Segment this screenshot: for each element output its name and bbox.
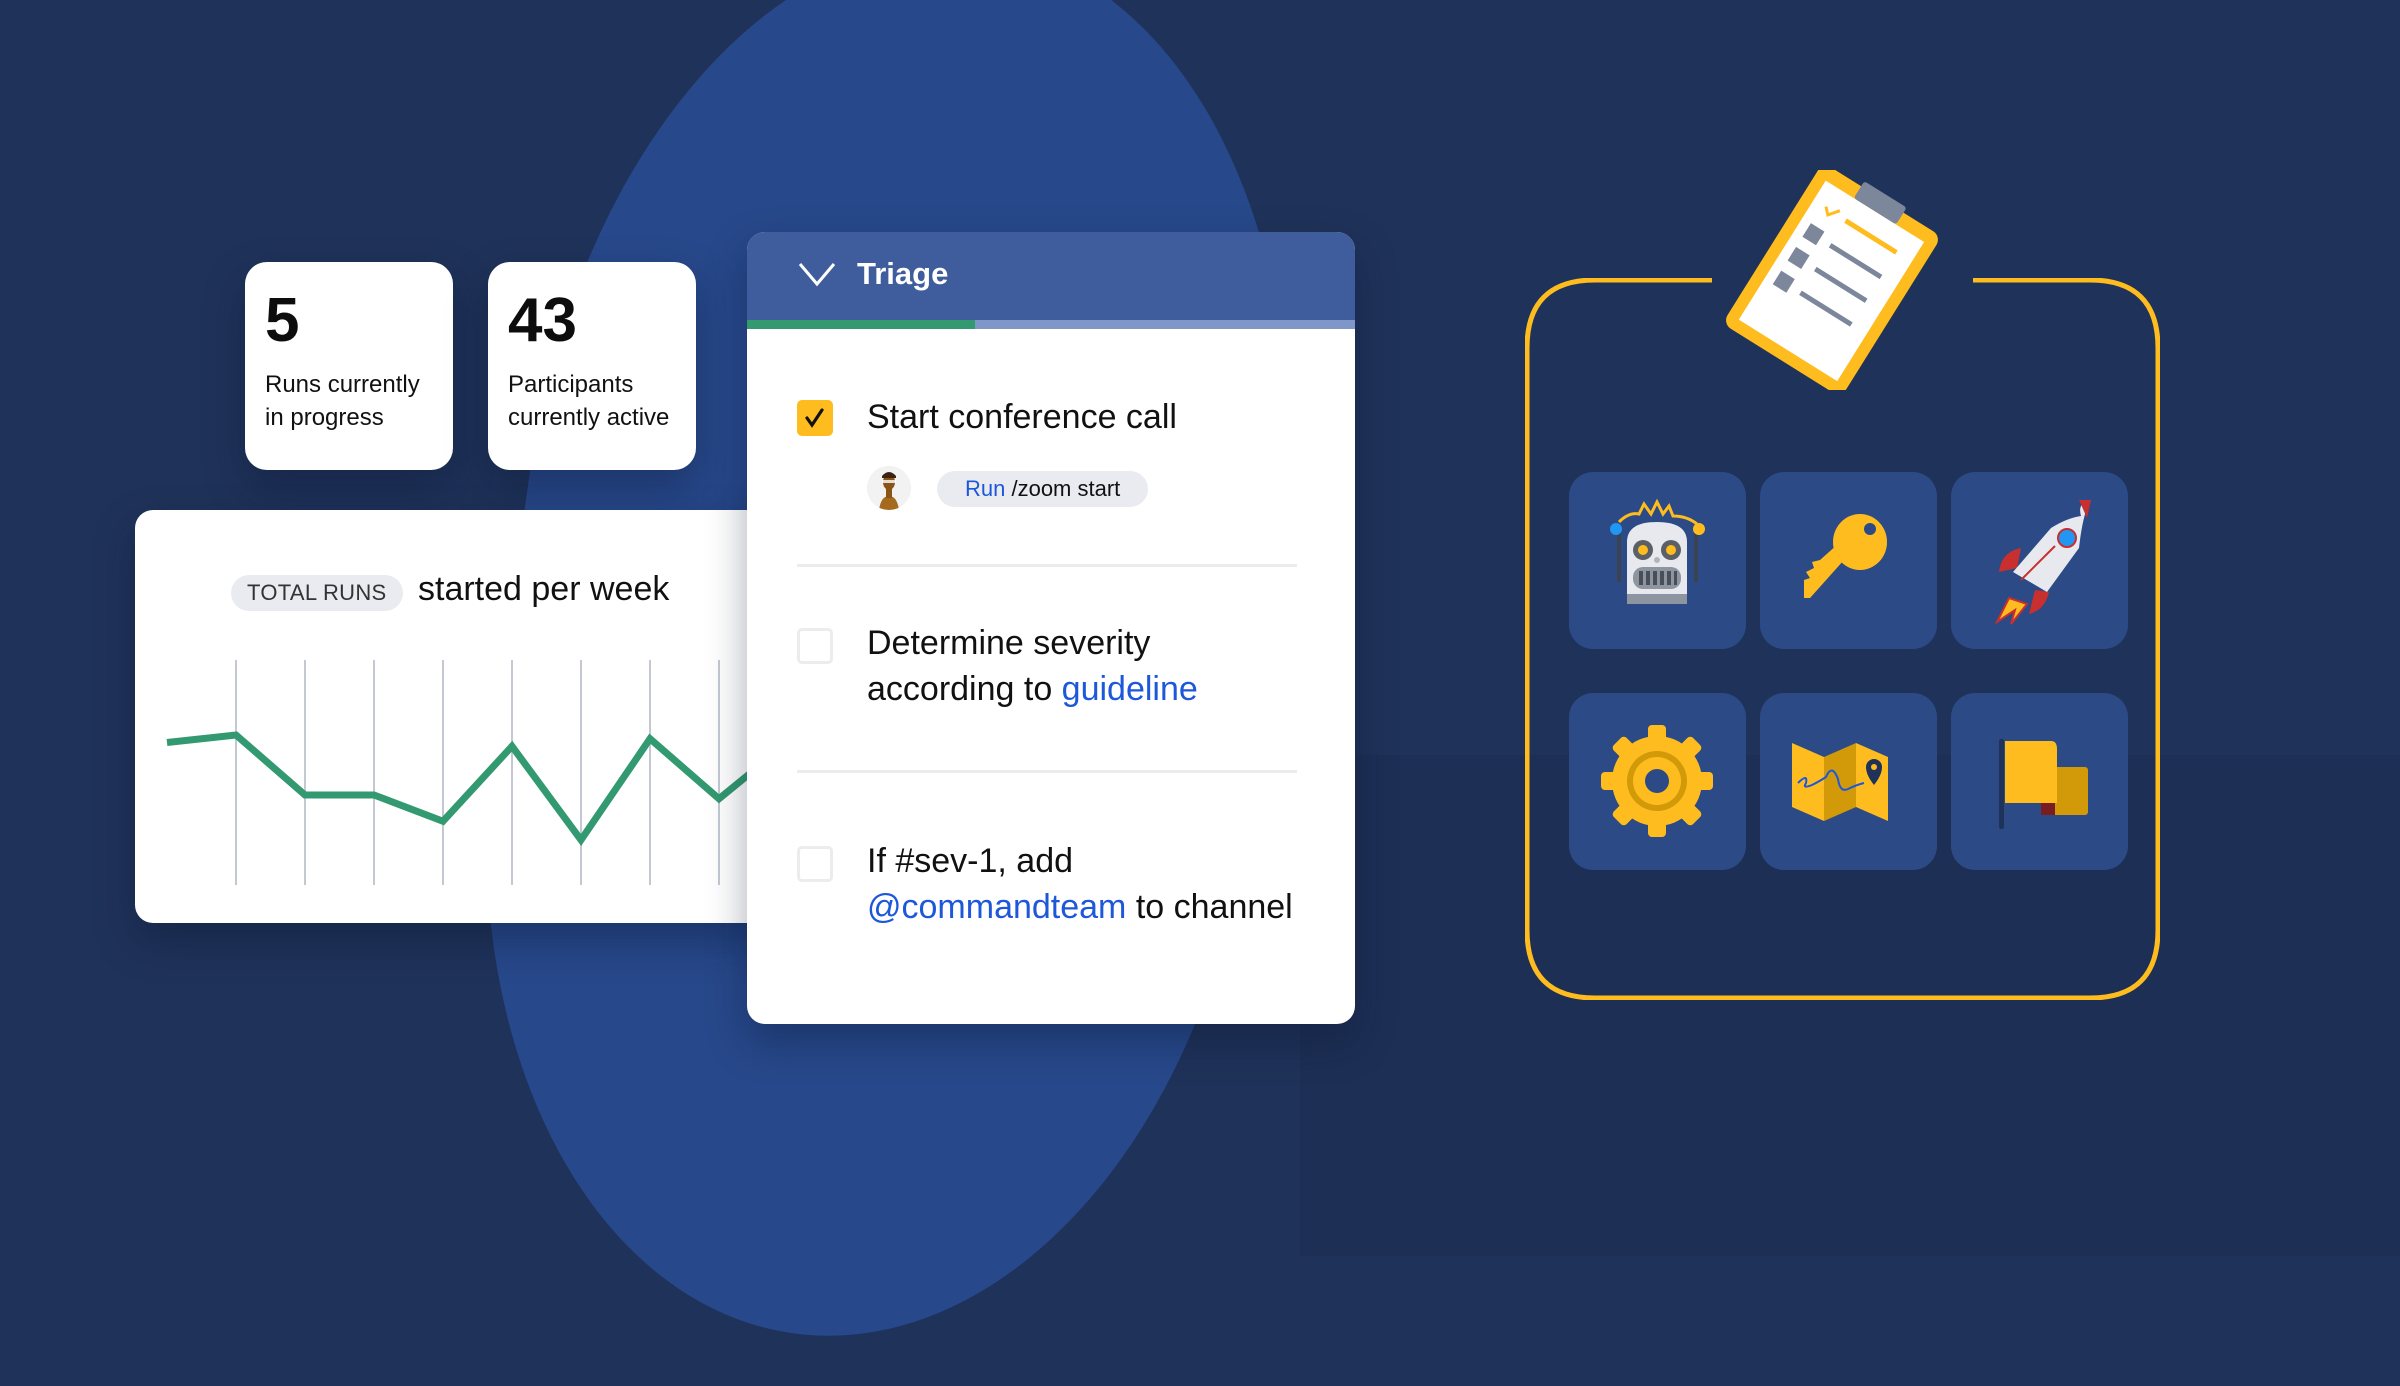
task-text-part: according to: [867, 670, 1062, 708]
triage-header[interactable]: Triage: [747, 232, 1355, 320]
task-line: according to guideline: [867, 666, 1198, 712]
stat-value: 5: [265, 290, 299, 352]
person-avatar-icon: [867, 466, 911, 510]
run-command-chip[interactable]: Run /zoom start: [937, 471, 1148, 507]
task-divider: [797, 564, 1297, 567]
triage-progress-fill: [747, 320, 975, 329]
map-icon: [1760, 693, 1937, 870]
stat-card-participants: 43 Participants currently active: [488, 262, 696, 470]
key-icon: [1760, 472, 1937, 649]
stat-label-line: in progress: [265, 401, 420, 434]
task-title: If #sev-1, add @commandteam to channel: [867, 838, 1293, 930]
stat-card-runs: 5 Runs currently in progress: [245, 262, 453, 470]
task-title: Determine severity according to guidelin…: [867, 620, 1198, 712]
stat-label-line: currently active: [508, 401, 669, 434]
tile-key[interactable]: [1760, 472, 1937, 649]
tile-gear[interactable]: [1569, 693, 1746, 870]
stat-label-line: Participants: [508, 368, 669, 401]
task-line: If #sev-1, add: [867, 838, 1293, 884]
checkmark-icon: [800, 403, 830, 433]
checklist-item: Start conference call Run /zoom start: [797, 394, 1317, 514]
triage-title: Triage: [857, 256, 948, 292]
chart-series-line: [167, 735, 775, 840]
gear-icon: [1569, 693, 1746, 870]
triage-progress-bar: [747, 320, 1355, 329]
guideline-link[interactable]: guideline: [1062, 670, 1198, 708]
checklist-item: If #sev-1, add @commandteam to channel: [797, 838, 1317, 938]
tile-rocket[interactable]: [1951, 472, 2128, 649]
task-checkbox[interactable]: [797, 628, 833, 664]
tile-robot[interactable]: [1569, 472, 1746, 649]
clipboard-checklist-icon: [1712, 170, 1952, 390]
stat-label-line: Runs currently: [265, 368, 420, 401]
task-text-part: to channel: [1126, 888, 1292, 926]
stat-value: 43: [508, 290, 577, 352]
tile-map[interactable]: [1760, 693, 1937, 870]
run-command-link[interactable]: Run: [965, 476, 1005, 501]
flag-icon: [1951, 693, 2128, 870]
task-line: Determine severity: [867, 620, 1198, 666]
command-text: /zoom start: [1005, 476, 1120, 501]
stat-label: Runs currently in progress: [265, 368, 420, 434]
chevron-down-icon[interactable]: [797, 260, 837, 288]
line-chart: [135, 510, 775, 923]
task-title: Start conference call: [867, 394, 1177, 440]
task-checkbox[interactable]: [797, 400, 833, 436]
checklist-item: Determine severity according to guidelin…: [797, 620, 1317, 720]
task-checkbox[interactable]: [797, 846, 833, 882]
user-avatar[interactable]: [867, 466, 911, 510]
commandteam-mention-link[interactable]: @commandteam: [867, 888, 1126, 926]
task-line: @commandteam to channel: [867, 884, 1293, 930]
rocket-icon: [1951, 472, 2128, 649]
stat-label: Participants currently active: [508, 368, 669, 434]
robot-icon: [1569, 472, 1746, 649]
triage-checklist-card: Triage Start conference call Run /zoom s…: [747, 232, 1355, 1024]
task-divider: [797, 770, 1297, 773]
tile-flag[interactable]: [1951, 693, 2128, 870]
runs-chart-card: TOTAL RUNS started per week: [135, 510, 775, 923]
